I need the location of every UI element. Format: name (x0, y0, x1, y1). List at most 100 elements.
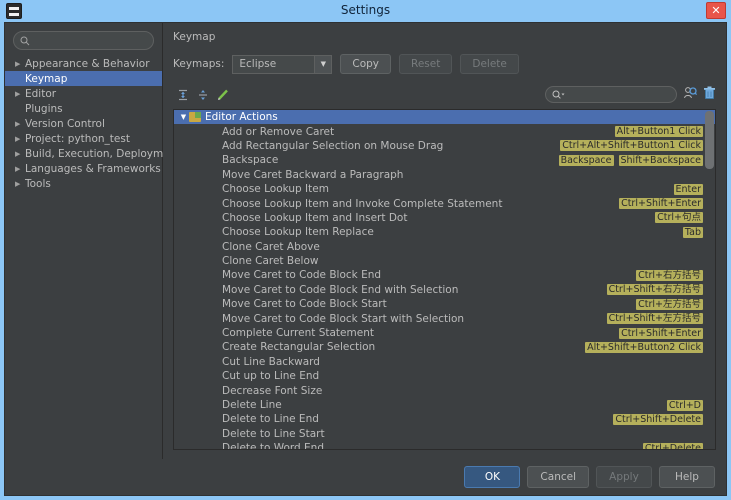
sidebar-item-build-execution-deployment[interactable]: ▶ Build, Execution, Deployment (5, 146, 180, 161)
sidebar-search-box[interactable] (13, 31, 159, 50)
chevron-right-icon[interactable]: ▶ (15, 135, 25, 143)
expand-all-icon[interactable] (173, 87, 193, 103)
chevron-right-icon[interactable]: ▶ (15, 120, 25, 128)
reset-button: Reset (399, 54, 453, 74)
shortcut-badge[interactable]: Ctrl+Alt+Shift+Button1 Click (560, 140, 703, 152)
shortcut-group: Ctrl+左方括号 (636, 298, 703, 310)
shortcut-search-box[interactable] (545, 85, 693, 104)
keymap-select[interactable]: Eclipse ▼ (232, 54, 333, 74)
shortcut-group: Ctrl+句点 (655, 212, 703, 224)
sidebar-item-keymap[interactable]: Keymap (5, 71, 162, 86)
chevron-right-icon[interactable]: ▶ (15, 90, 25, 98)
sidebar-item-version-control[interactable]: ▶ Version Control (5, 116, 162, 131)
tree-row[interactable]: Choose Lookup Item Enter (174, 182, 715, 196)
page-title: Keymap (173, 31, 216, 43)
edit-shortcut-icon[interactable] (213, 87, 233, 103)
settings-sidebar: ▶ Appearance & Behavior Keymap ▶ Editor Plugi… (5, 23, 180, 459)
sidebar-item-tools[interactable]: ▶ Tools (5, 176, 162, 191)
sidebar-item-languages-frameworks[interactable]: ▶ Languages & Frameworks (5, 161, 162, 176)
shortcut-badge[interactable]: Ctrl+Shift+Enter (619, 327, 703, 339)
shortcut-badge[interactable]: Ctrl+Shift+右方括号 (606, 284, 703, 296)
find-by-shortcut-icon[interactable] (683, 85, 698, 104)
tree-row-label: Choose Lookup Item Replace (222, 226, 374, 239)
tree-row[interactable]: Delete to Word End Ctrl+Delete (174, 441, 715, 449)
tree-row[interactable]: Clone Caret Above (174, 240, 715, 254)
tree-row-label: Complete Current Statement (222, 327, 374, 340)
shortcut-badge[interactable]: Alt+Button1 Click (614, 126, 703, 138)
tree-row[interactable]: Move Caret to Code Block End with Select… (174, 283, 715, 297)
search-input[interactable] (30, 35, 159, 46)
tree-row-label: Clone Caret Above (222, 240, 320, 253)
cancel-button[interactable]: Cancel (527, 466, 589, 488)
tree-row[interactable]: Add Rectangular Selection on Mouse Drag C… (174, 139, 715, 153)
tree-row[interactable]: Choose Lookup Item and Invoke Complete S… (174, 196, 715, 210)
shortcut-badge[interactable]: Alt+Shift+Button2 Click (585, 341, 703, 353)
tree-row[interactable]: Add or Remove Caret Alt+Button1 Click (174, 124, 715, 138)
tree-row[interactable]: Choose Lookup Item and Insert Dot Ctrl+句点 (174, 211, 715, 225)
tree-row[interactable]: Choose Lookup Item Replace Tab (174, 225, 715, 239)
keymaps-label: Keymaps: (173, 58, 225, 70)
tree-row[interactable]: Decrease Font Size (174, 383, 715, 397)
shortcut-badge[interactable]: Tab (682, 226, 703, 238)
chevron-right-icon[interactable]: ▶ (15, 150, 25, 158)
tree-row-label: Delete Line (222, 399, 282, 411)
collapse-all-icon[interactable] (193, 87, 213, 103)
tree-row[interactable]: Delete Line Ctrl+D (174, 398, 715, 412)
sidebar-item-project-python-test[interactable]: ▶ Project: python_test (5, 131, 162, 146)
copy-button[interactable]: Copy (340, 54, 392, 74)
tree-vertical-scrollbar[interactable] (705, 111, 714, 169)
tree-row-label: Add Rectangular Selection on Mouse Drag (222, 139, 444, 152)
shortcut-group: Ctrl+Shift+Delete (613, 413, 703, 425)
chevron-down-icon[interactable]: ▼ (314, 55, 332, 73)
tree-row[interactable]: Cut up to Line End (174, 369, 715, 383)
sidebar-item-label: Plugins (25, 102, 63, 115)
apply-button: Apply (596, 466, 652, 488)
sidebar-item-appearance-behavior[interactable]: ▶ Appearance & Behavior (5, 56, 162, 71)
shortcut-badge[interactable]: Ctrl+左方括号 (636, 298, 703, 310)
shortcut-badge[interactable]: Ctrl+Shift+Enter (619, 198, 703, 210)
tree-row[interactable]: Move Caret Backward a Paragraph (174, 168, 715, 182)
shortcut-group: Alt+Button1 Click (614, 126, 703, 138)
tree-row[interactable]: Delete to Line End Ctrl+Shift+Delete (174, 412, 715, 426)
dialog-body: ▶ Appearance & Behavior Keymap ▶ Editor Plugi… (4, 22, 727, 496)
tree-row[interactable]: Complete Current Statement Ctrl+Shift+Ent… (174, 326, 715, 340)
tree-row[interactable]: Backspace Backspace Shift+Backspace (174, 153, 715, 167)
chevron-right-icon[interactable]: ▶ (15, 180, 25, 188)
sidebar-item-editor[interactable]: ▶ Editor (5, 86, 162, 101)
delete-shortcut-icon[interactable] (703, 85, 716, 104)
tree-row-label: Choose Lookup Item and Insert Dot (222, 211, 408, 224)
shortcut-group: Ctrl+Shift+Enter (619, 327, 703, 339)
chevron-right-icon[interactable]: ▶ (15, 60, 25, 68)
chevron-down-icon[interactable]: ▼ (178, 113, 189, 121)
tree-row-root[interactable]: ▼ Editor Actions (174, 110, 715, 125)
search-dropdown-icon[interactable] (552, 85, 565, 104)
sidebar-item-label: Tools (25, 177, 51, 190)
shortcut-search-input[interactable] (565, 89, 693, 100)
tree-row[interactable]: Delete to Line Start (174, 427, 715, 441)
tree-row-label: Move Caret to Code Block Start (222, 298, 387, 311)
tree-row-label: Move Caret Backward a Paragraph (222, 168, 404, 181)
close-icon[interactable]: ✕ (706, 2, 726, 19)
folder-icon (189, 112, 201, 123)
tree-row[interactable]: Move Caret to Code Block End Ctrl+右方括号 (174, 268, 715, 282)
shortcut-badge[interactable]: Ctrl+右方括号 (636, 269, 703, 281)
tree-row[interactable]: Create Rectangular Selection Alt+Shift+Bu… (174, 340, 715, 354)
shortcut-badge[interactable]: Backspace (558, 154, 614, 166)
shortcut-badge[interactable]: Ctrl+D (666, 399, 703, 411)
tree-row[interactable]: Cut Line Backward (174, 355, 715, 369)
tree-row[interactable]: Move Caret to Code Block Start Ctrl+左方括号 (174, 297, 715, 311)
shortcut-badge[interactable]: Ctrl+Shift+左方括号 (606, 313, 703, 325)
chevron-right-icon[interactable]: ▶ (15, 165, 25, 173)
shortcut-badge[interactable]: Ctrl+句点 (655, 212, 703, 224)
tree-row[interactable]: Clone Caret Below (174, 254, 715, 268)
shortcut-badge[interactable]: Ctrl+Delete (642, 442, 703, 449)
sidebar-item-label: Appearance & Behavior (25, 57, 150, 70)
shortcut-badge[interactable]: Enter (673, 183, 703, 195)
shortcut-badge[interactable]: Shift+Backspace (618, 154, 703, 166)
sidebar-item-plugins[interactable]: Plugins (5, 101, 162, 116)
tree-row[interactable]: Move Caret to Code Block Start with Sele… (174, 311, 715, 325)
shortcut-badge[interactable]: Ctrl+Shift+Delete (613, 413, 703, 425)
ok-button[interactable]: OK (464, 466, 521, 488)
shortcut-group: Enter (673, 183, 703, 195)
help-button[interactable]: Help (659, 466, 715, 488)
